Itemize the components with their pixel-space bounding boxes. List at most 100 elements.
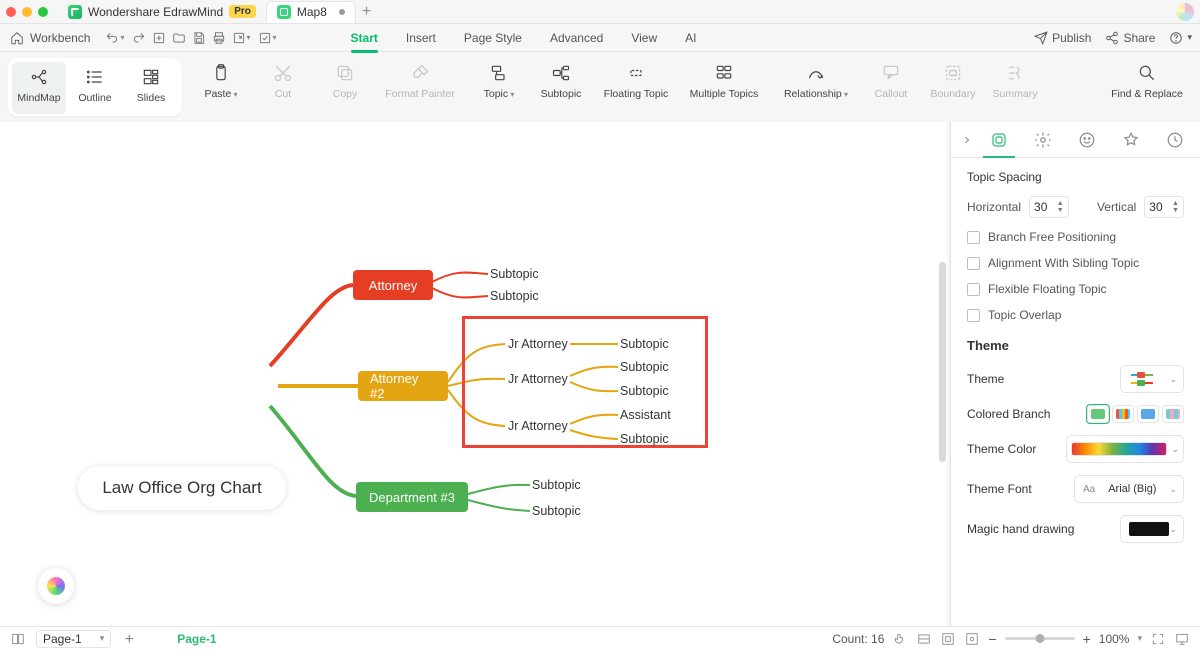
branch-attorney-2[interactable]: Attorney #2 — [358, 371, 448, 401]
tab-advanced[interactable]: Advanced — [550, 31, 603, 45]
theme-color-select[interactable]: ⌄ — [1066, 435, 1184, 463]
floating-topic-button[interactable]: Floating Topic — [596, 58, 676, 104]
undo-button[interactable] — [102, 27, 122, 49]
document-tab[interactable]: Map8 — [266, 1, 356, 23]
callout-button[interactable]: Callout — [864, 58, 918, 104]
topic-button[interactable]: Topic — [472, 58, 526, 104]
slides-view-button[interactable]: Slides — [124, 62, 178, 114]
close-window-button[interactable] — [6, 7, 16, 17]
branch-attorney[interactable]: Attorney — [353, 270, 433, 300]
theme-font-select[interactable]: Aa Arial (Big) ⌄ — [1074, 475, 1184, 503]
zoom-in-button[interactable]: + — [1083, 631, 1091, 647]
dept3-sub1[interactable]: Subtopic — [532, 478, 581, 492]
hand-tool-icon[interactable] — [892, 631, 908, 647]
new-button[interactable] — [149, 27, 169, 49]
undo-caret-icon[interactable]: ▾ — [120, 33, 124, 42]
redo-button[interactable] — [129, 27, 149, 49]
home-icon[interactable] — [8, 29, 26, 47]
copy-button[interactable]: Copy — [318, 58, 372, 104]
branch1-sub2[interactable]: Subtopic — [490, 289, 539, 303]
tab-view[interactable]: View — [631, 31, 657, 45]
vertical-spacing-input[interactable]: 30 ▲▼ — [1144, 196, 1184, 218]
export-caret-icon[interactable]: ▾ — [247, 33, 251, 42]
page-selector[interactable]: Page-1 ▾ — [36, 630, 111, 648]
branch1-sub1[interactable]: Subtopic — [490, 267, 539, 281]
minimize-window-button[interactable] — [22, 7, 32, 17]
cut-button[interactable]: Cut — [256, 58, 310, 104]
panel-tab-emoji[interactable] — [1065, 122, 1109, 158]
branch-style-4[interactable] — [1162, 405, 1184, 423]
relationship-button[interactable]: Relationship — [776, 58, 856, 104]
save-button[interactable] — [189, 27, 209, 49]
branch-department-3[interactable]: Department #3 — [356, 482, 468, 512]
jr3-sub[interactable]: Subtopic — [620, 432, 669, 446]
paste-button[interactable]: Paste — [194, 58, 248, 104]
new-tab-button[interactable]: + — [362, 3, 371, 21]
outline-view-button[interactable]: Outline — [68, 62, 122, 114]
boundary-button[interactable]: Boundary — [926, 58, 980, 104]
stepper-icon[interactable]: ▲▼ — [1172, 200, 1179, 214]
help-button[interactable]: ▾ — [1169, 31, 1192, 45]
format-painter-button[interactable]: Format Painter — [380, 58, 460, 104]
add-page-button[interactable]: + — [121, 631, 137, 647]
panel-tab-clipart[interactable] — [1109, 122, 1153, 158]
jr3-assistant[interactable]: Assistant — [620, 408, 671, 422]
workbench-label[interactable]: Workbench — [30, 31, 90, 45]
summary-button[interactable]: Summary — [988, 58, 1042, 104]
central-topic[interactable]: Law Office Org Chart — [78, 466, 286, 510]
branch-style-2[interactable] — [1112, 405, 1134, 423]
zoom-caret-icon[interactable]: ▾ — [1137, 633, 1142, 644]
jr2-sub1[interactable]: Subtopic — [620, 360, 669, 374]
tab-insert[interactable]: Insert — [406, 31, 436, 45]
jr-attorney-2[interactable]: Jr Attorney — [508, 372, 568, 386]
multiple-topics-button[interactable]: Multiple Topics — [684, 58, 764, 104]
check-topic-overlap[interactable]: Topic Overlap — [967, 308, 1184, 322]
vertical-scrollbar[interactable] — [939, 262, 946, 462]
horizontal-spacing-input[interactable]: 30 ▲▼ — [1029, 196, 1069, 218]
tab-page-style[interactable]: Page Style — [464, 31, 522, 45]
panel-tab-layout[interactable] — [977, 122, 1021, 158]
subtopic-button[interactable]: Subtopic — [534, 58, 588, 104]
dept3-sub2[interactable]: Subtopic — [532, 504, 581, 518]
pages-panel-icon[interactable] — [10, 631, 26, 647]
check-flexible-floating[interactable]: Flexible Floating Topic — [967, 282, 1184, 296]
maximize-window-button[interactable] — [38, 7, 48, 17]
stepper-icon[interactable]: ▲▼ — [1057, 200, 1064, 214]
panel-tab-ai[interactable] — [1021, 122, 1065, 158]
tab-ai[interactable]: AI — [685, 31, 696, 45]
jr-attorney-3[interactable]: Jr Attorney — [508, 419, 568, 433]
branch-style-1[interactable] — [1087, 405, 1109, 423]
fit-width-icon[interactable] — [916, 631, 932, 647]
focus-icon[interactable] — [964, 631, 980, 647]
print-button[interactable] — [209, 27, 229, 49]
checklist-button[interactable] — [255, 27, 275, 49]
user-avatar[interactable] — [1176, 3, 1194, 21]
branch-style-3[interactable] — [1137, 405, 1159, 423]
theme-font-value: Arial (Big) — [1108, 483, 1156, 495]
fullscreen-icon[interactable] — [1150, 631, 1166, 647]
jr1-sub1[interactable]: Subtopic — [620, 337, 669, 351]
panel-tab-history[interactable] — [1153, 122, 1197, 158]
collapse-right-panel[interactable] — [957, 134, 977, 146]
zoom-slider[interactable] — [1005, 637, 1075, 640]
check-branch-free[interactable]: Branch Free Positioning — [967, 230, 1184, 244]
publish-button[interactable]: Publish — [1034, 31, 1091, 45]
theme-select[interactable]: ⌄ — [1120, 365, 1184, 393]
open-button[interactable] — [169, 27, 189, 49]
jr-attorney-1[interactable]: Jr Attorney — [508, 337, 568, 351]
find-replace-button[interactable]: Find & Replace — [1102, 58, 1192, 116]
active-page-tab[interactable]: Page-1 — [177, 632, 216, 646]
tab-start[interactable]: Start — [351, 31, 378, 45]
export-button[interactable] — [229, 27, 249, 49]
fit-page-icon[interactable] — [940, 631, 956, 647]
jr2-sub2[interactable]: Subtopic — [620, 384, 669, 398]
presentation-icon[interactable] — [1174, 631, 1190, 647]
zoom-out-button[interactable]: − — [988, 631, 996, 647]
check-alignment-sibling[interactable]: Alignment With Sibling Topic — [967, 256, 1184, 270]
ai-fab-button[interactable] — [38, 568, 74, 604]
share-button[interactable]: Share — [1105, 31, 1155, 45]
magic-hand-select[interactable]: ⌄ — [1120, 515, 1184, 543]
checklist-caret-icon[interactable]: ▾ — [273, 33, 277, 42]
mindmap-view-button[interactable]: MindMap — [12, 62, 66, 114]
canvas[interactable]: Law Office Org Chart Attorney Subtopic S… — [0, 122, 950, 628]
